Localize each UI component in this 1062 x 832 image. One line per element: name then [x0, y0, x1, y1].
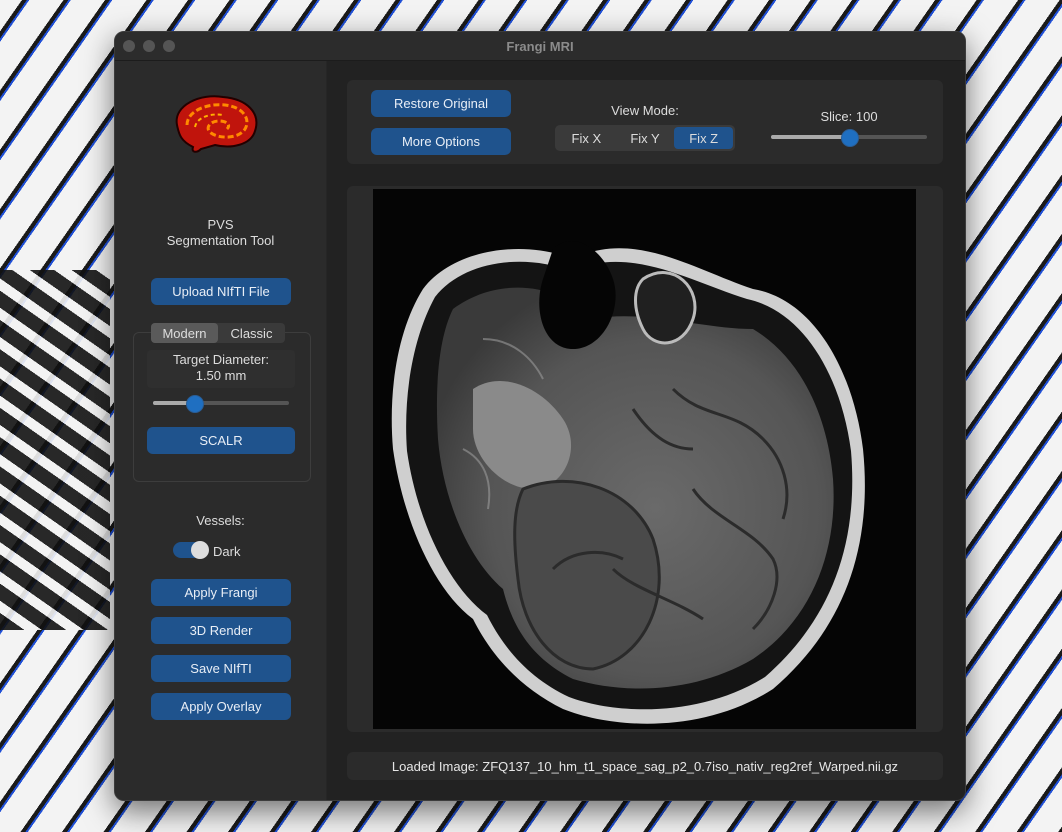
- target-diameter-slider[interactable]: [153, 395, 289, 413]
- window-title: Frangi MRI: [506, 39, 574, 54]
- view-mode-label: View Mode:: [611, 103, 679, 118]
- status-bar: Loaded Image: ZFQ137_10_hm_t1_space_sag_…: [347, 752, 943, 780]
- toggle-knob: [191, 541, 209, 559]
- vessels-toggle[interactable]: [173, 541, 209, 559]
- vessels-toggle-label: Dark: [213, 544, 241, 559]
- app-name-line-2: Segmentation Tool: [166, 233, 275, 248]
- mri-slice-render: [373, 189, 916, 729]
- save-nifti-button[interactable]: Save NIfTI: [151, 655, 291, 682]
- apply-overlay-button[interactable]: Apply Overlay: [151, 693, 291, 720]
- view-mode-selector: Fix X Fix Y Fix Z: [555, 125, 735, 151]
- slice-slider-knob[interactable]: [841, 129, 859, 147]
- upload-nifti-button[interactable]: Upload NIfTI File: [151, 278, 291, 305]
- view-mode-fix-z[interactable]: Fix Z: [674, 127, 734, 149]
- app-name-line-1: PVS: [207, 217, 234, 232]
- 3d-render-button[interactable]: 3D Render: [151, 617, 291, 644]
- brain-icon: [175, 95, 258, 153]
- apply-frangi-button[interactable]: Apply Frangi: [151, 579, 291, 606]
- tab-modern[interactable]: Modern: [151, 323, 218, 343]
- desktop-wallpaper: [0, 270, 110, 630]
- toolbar: Restore Original More Options View Mode:…: [347, 80, 943, 164]
- view-mode-fix-x[interactable]: Fix X: [557, 127, 616, 149]
- image-panel: [347, 186, 943, 732]
- slice-label: Slice: 100: [820, 109, 878, 124]
- slice-slider-fill: [771, 135, 849, 139]
- target-diameter-value: 1.50 mm: [195, 368, 247, 383]
- sidebar: PVS Segmentation Tool Upload NIfTI File …: [115, 61, 326, 800]
- app-window: Frangi MRI PVS Segmentation Tool Upload …: [114, 31, 966, 801]
- title-bar: Frangi MRI: [115, 32, 965, 61]
- vessels-label: Vessels:: [196, 513, 245, 528]
- mri-slice-image[interactable]: [373, 189, 916, 729]
- more-options-button[interactable]: More Options: [371, 128, 511, 155]
- target-diameter-label: Target Diameter:: [172, 352, 270, 367]
- mode-tabs: Modern Classic: [151, 323, 285, 343]
- view-mode-fix-y[interactable]: Fix Y: [616, 127, 675, 149]
- target-diameter-slider-knob[interactable]: [185, 395, 204, 413]
- restore-original-button[interactable]: Restore Original: [371, 90, 511, 117]
- scalr-button[interactable]: SCALR: [147, 427, 295, 454]
- target-diameter-display: Target Diameter: 1.50 mm: [147, 350, 295, 388]
- loaded-image-text: Loaded Image: ZFQ137_10_hm_t1_space_sag_…: [391, 758, 899, 774]
- main-panel: Restore Original More Options View Mode:…: [327, 61, 965, 800]
- tab-classic[interactable]: Classic: [218, 323, 285, 343]
- app-name: PVS Segmentation Tool: [115, 217, 326, 249]
- slice-slider[interactable]: [771, 129, 927, 147]
